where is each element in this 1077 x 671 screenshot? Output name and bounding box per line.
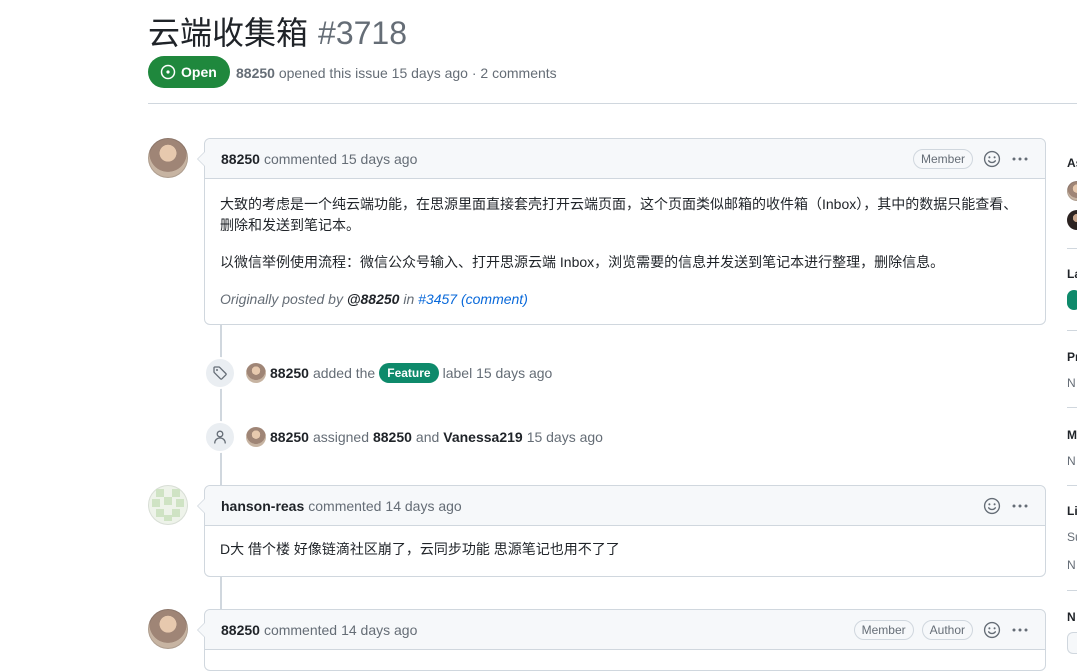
sidebar-linked-heading[interactable]: Li (1067, 504, 1077, 518)
avatar[interactable] (148, 485, 188, 525)
issue-author-link[interactable]: 88250 (236, 65, 275, 81)
kebab-menu-icon[interactable] (1011, 622, 1029, 638)
sidebar-feature-label[interactable] (1067, 290, 1077, 310)
issue-title: 云端收集箱 (148, 15, 309, 51)
comment-paragraph: D大 借个楼 好像链滴社区崩了，云同步功能 思源笔记也用不了了 (220, 541, 620, 557)
feature-label[interactable]: Feature (379, 363, 439, 383)
sidebar-divider (1067, 330, 1077, 331)
issue-title-row: 云端收集箱 #3718 (148, 8, 407, 54)
label-event: 88250 added the Feature label 15 days ag… (204, 357, 552, 389)
comment-time[interactable]: 14 days ago (341, 622, 417, 638)
sidebar-milestone-heading[interactable]: M (1067, 428, 1077, 442)
issue-opened-text: opened this issue 15 days ago · 2 commen… (278, 65, 557, 81)
issue-open-icon (160, 64, 176, 80)
comment-paragraph: 以微信举例使用流程：微信公众号输入、打开思源云端 Inbox，浏览需要的信息并发… (220, 254, 945, 270)
original-post-reference: Originally posted by @88250 in #3457 (co… (220, 291, 528, 307)
sidebar-divider (1067, 407, 1077, 408)
comment: hanson-reas commented 14 days ago D大 借个楼… (197, 485, 1046, 577)
smiley-icon[interactable] (983, 497, 1001, 515)
comment-paragraph: 大致的考虑是一个纯云端功能，在思源里面直接套壳打开云端页面，这个页面类似邮箱的收… (220, 196, 1018, 233)
tag-icon (204, 357, 236, 389)
sidebar-milestone-value: N (1067, 454, 1076, 468)
assign-event: 88250 assigned 88250 and Vanessa219 15 d… (204, 421, 603, 453)
comment-action: commented (263, 150, 338, 167)
comment: 88250 commented 15 days ago Member 大致的考虑… (197, 138, 1046, 326)
kebab-menu-icon[interactable] (1011, 498, 1029, 514)
sidebar-divider (1067, 248, 1077, 249)
ref-comment-link[interactable]: (comment) (461, 291, 528, 307)
sidebar-assignees-heading[interactable]: As (1067, 156, 1077, 170)
avatar[interactable] (1067, 210, 1077, 230)
issue-state-label: Open (181, 64, 217, 80)
person-icon (204, 421, 236, 453)
sidebar-projects-heading[interactable]: Pr (1067, 350, 1077, 364)
sidebar-labels-heading[interactable]: La (1067, 267, 1077, 281)
issue-meta: 88250 opened this issue 15 days ago · 2 … (236, 65, 557, 81)
sidebar-divider (1067, 590, 1077, 591)
comment-body: D大 借个楼 好像链滴社区崩了，云同步功能 思源笔记也用不了了 (205, 526, 1045, 576)
comment-author[interactable]: hanson-reas (221, 498, 304, 514)
avatar[interactable] (148, 609, 188, 649)
comment-action: commented (263, 621, 338, 638)
comment-body: 大致的考虑是一个纯云端功能，在思源里面直接套壳打开云端页面，这个页面类似邮箱的收… (205, 179, 1045, 326)
sidebar-notifications-heading[interactable]: N (1067, 610, 1076, 624)
sidebar-linked-value: N (1067, 558, 1076, 572)
ref-issue-link[interactable]: #3457 (418, 291, 457, 307)
header-divider (148, 103, 1077, 104)
author-badge: Author (921, 619, 973, 640)
kebab-menu-icon[interactable] (1011, 151, 1029, 167)
comment-header: hanson-reas commented 14 days ago (205, 486, 1045, 526)
comment-author[interactable]: 88250 (221, 622, 260, 638)
timeline-line (220, 576, 222, 610)
comment-header: 88250 commented 14 days ago Member Autho… (205, 610, 1045, 650)
event-actor[interactable]: 88250 (270, 365, 309, 381)
sidebar-divider (1067, 485, 1077, 486)
comment: 88250 commented 14 days ago Member Autho… (197, 609, 1046, 671)
issue-number: #3718 (318, 15, 407, 51)
avatar[interactable] (246, 363, 266, 383)
comment-author[interactable]: 88250 (221, 151, 260, 167)
event-actor[interactable]: 88250 (270, 429, 309, 445)
sidebar-linked-subtext: Su (1067, 530, 1077, 544)
avatar[interactable] (148, 138, 188, 178)
member-badge: Member (853, 619, 914, 640)
sidebar-projects-value: N (1067, 376, 1076, 390)
comment-time[interactable]: 14 days ago (385, 498, 461, 514)
assignee-link[interactable]: 88250 (373, 429, 412, 445)
comment-action: commented (308, 497, 382, 514)
member-badge: Member (912, 148, 973, 169)
avatar[interactable] (1067, 181, 1077, 201)
sidebar-subscribe-button[interactable] (1067, 632, 1077, 654)
comment-time[interactable]: 15 days ago (341, 151, 417, 167)
issue-state-badge[interactable]: Open (148, 56, 230, 88)
smiley-icon[interactable] (983, 150, 1001, 168)
timeline-line (220, 324, 222, 486)
assignee-link[interactable]: Vanessa219 (443, 429, 522, 445)
avatar[interactable] (246, 427, 266, 447)
ref-user-link[interactable]: @88250 (347, 291, 400, 307)
smiley-icon[interactable] (983, 621, 1001, 639)
identicon-icon (152, 489, 184, 521)
comment-header: 88250 commented 15 days ago Member (205, 139, 1045, 179)
